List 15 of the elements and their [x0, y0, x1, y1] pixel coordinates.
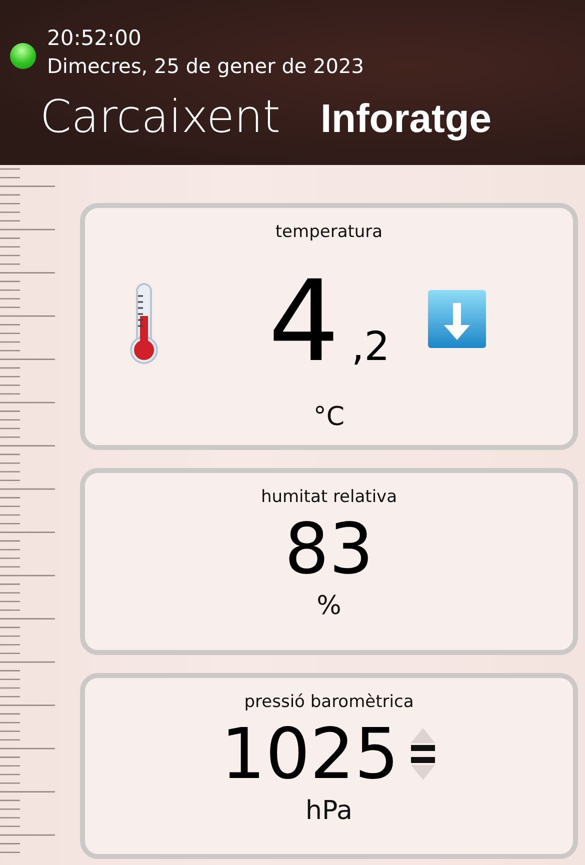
date-text: Dimecres, 25 de gener de 2023: [47, 53, 364, 80]
reading-value: 4: [268, 256, 340, 389]
reading-value: 1025: [220, 712, 400, 796]
unit-label: °C: [313, 402, 345, 432]
thermometer-icon: [128, 282, 160, 366]
clock-time: 20:52:00: [47, 25, 142, 52]
reading-decimal: ,2: [352, 324, 390, 370]
unit-label: %: [316, 591, 342, 621]
card-title: temperatura: [275, 222, 383, 242]
reading-value: 83: [284, 507, 374, 591]
app-name: Inforatge: [320, 97, 492, 142]
card-title: pressió baromètrica: [244, 692, 414, 712]
unit-label: hPa: [306, 796, 352, 826]
card-title: humitat relativa: [260, 487, 398, 507]
city-name: Carcaixent: [40, 90, 280, 143]
